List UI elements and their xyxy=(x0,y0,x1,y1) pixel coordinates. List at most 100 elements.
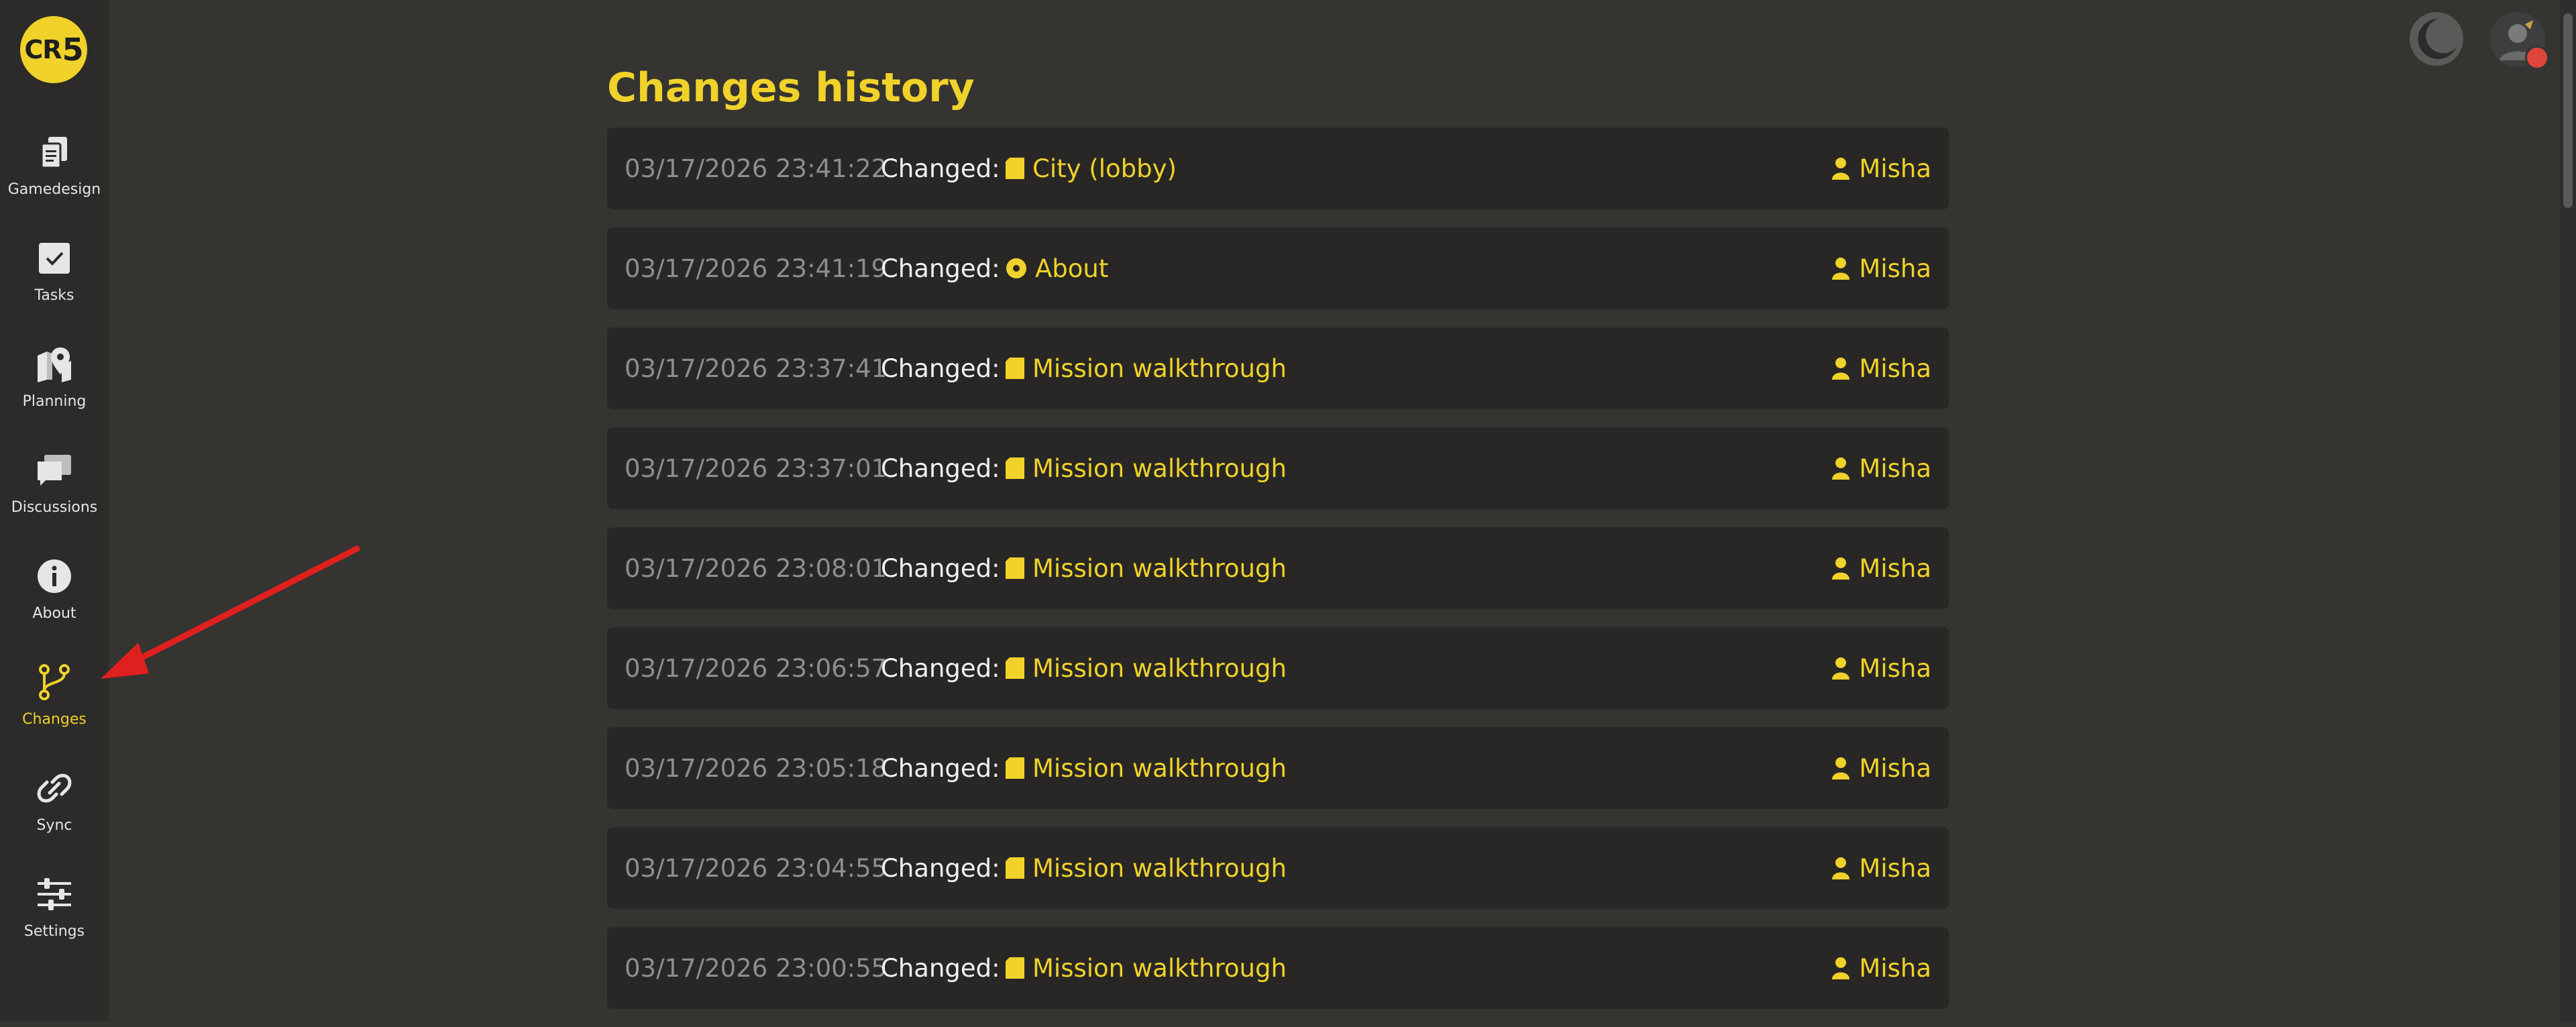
list-item: 03/17/2026 23:06:57 Changed: Mission wal… xyxy=(607,627,1949,709)
change-target-link[interactable]: Mission walkthrough xyxy=(1006,654,1287,683)
change-target-label: Mission walkthrough xyxy=(1032,853,1287,883)
change-user-link[interactable]: Misha xyxy=(1832,154,1931,183)
user-icon xyxy=(1832,657,1850,680)
change-target-link[interactable]: Mission walkthrough xyxy=(1006,954,1287,983)
change-user-link[interactable]: Misha xyxy=(1832,854,1931,883)
change-target-label: Mission walkthrough xyxy=(1032,953,1287,983)
change-target-link[interactable]: Mission walkthrough xyxy=(1006,854,1287,883)
branch-icon xyxy=(39,664,70,700)
change-action: Changed: xyxy=(881,254,1000,283)
change-timestamp: 03/17/2026 23:41:19 xyxy=(625,254,888,283)
document-icon xyxy=(1006,757,1024,779)
document-icon xyxy=(1006,158,1024,179)
sidebar-item-about[interactable]: About xyxy=(0,545,109,632)
sliders-icon xyxy=(38,878,71,910)
change-user-label: Misha xyxy=(1859,254,1931,283)
change-user-link[interactable]: Misha xyxy=(1832,754,1931,783)
sidebar-item-tasks[interactable]: Tasks xyxy=(0,227,109,314)
list-item: 03/17/2026 23:05:18 Changed: Mission wal… xyxy=(607,727,1949,809)
change-timestamp: 03/17/2026 23:08:01 xyxy=(625,553,888,583)
user-icon xyxy=(1832,757,1850,779)
user-icon xyxy=(1832,457,1850,480)
logo-digit: 5 xyxy=(62,32,84,68)
list-item: 03/17/2026 23:37:41 Changed: Mission wal… xyxy=(607,327,1949,409)
document-icon xyxy=(1006,957,1024,979)
sidebar-item-label: Discussions xyxy=(11,499,98,516)
document-icon xyxy=(1006,657,1024,679)
change-target-link[interactable]: Mission walkthrough xyxy=(1006,554,1287,583)
change-user-label: Misha xyxy=(1859,154,1931,183)
change-user-label: Misha xyxy=(1859,453,1931,483)
change-user-label: Misha xyxy=(1859,653,1931,683)
list-item: 03/17/2026 23:08:01 Changed: Mission wal… xyxy=(607,527,1949,609)
change-target-link[interactable]: Mission walkthrough xyxy=(1006,754,1287,783)
document-icon xyxy=(1006,457,1024,479)
sidebar-item-sync[interactable]: Sync xyxy=(0,757,109,844)
change-target-link[interactable]: City (lobby) xyxy=(1006,154,1177,183)
change-action: Changed: xyxy=(881,453,1000,483)
change-user-link[interactable]: Misha xyxy=(1832,654,1931,683)
app-logo[interactable]: CR 5 xyxy=(20,16,87,83)
sidebar: CR 5 Gamedesign Tasks Planning Discussio… xyxy=(0,0,109,1021)
chat-bubbles-icon xyxy=(38,455,71,486)
change-action: Changed: xyxy=(881,653,1000,683)
user-avatar[interactable] xyxy=(2490,12,2549,70)
change-user-link[interactable]: Misha xyxy=(1832,454,1931,483)
change-timestamp: 03/17/2026 23:04:55 xyxy=(625,853,888,883)
sidebar-item-label: Tasks xyxy=(34,287,74,304)
change-user-label: Misha xyxy=(1859,354,1931,383)
change-user-link[interactable]: Misha xyxy=(1832,954,1931,983)
sidebar-item-label: Gamedesign xyxy=(7,181,101,198)
change-action: Changed: xyxy=(881,853,1000,883)
changes-list: 03/17/2026 23:41:22 Changed: City (lobby… xyxy=(607,127,1949,1027)
change-target-label: Mission walkthrough xyxy=(1032,354,1287,383)
sidebar-item-discussions[interactable]: Discussions xyxy=(0,439,109,526)
change-user-link[interactable]: Misha xyxy=(1832,254,1931,283)
sidebar-item-label: Settings xyxy=(23,923,85,940)
change-timestamp: 03/17/2026 23:37:41 xyxy=(625,354,888,383)
change-target-label: About xyxy=(1035,254,1109,283)
page-title: Changes history xyxy=(607,64,975,111)
user-icon xyxy=(1832,158,1850,180)
user-icon xyxy=(1832,557,1850,580)
scrollbar-thumb[interactable] xyxy=(2563,13,2573,208)
change-timestamp: 03/17/2026 23:37:01 xyxy=(625,453,888,483)
change-timestamp: 03/17/2026 23:06:57 xyxy=(625,653,888,683)
document-icon xyxy=(1006,358,1024,379)
sidebar-item-settings[interactable]: Settings xyxy=(0,863,109,950)
change-action: Changed: xyxy=(881,553,1000,583)
change-user-link[interactable]: Misha xyxy=(1832,354,1931,383)
sidebar-item-label: Planning xyxy=(22,393,87,410)
list-item: 03/17/2026 23:00:55 Changed: Mission wal… xyxy=(607,927,1949,1009)
sidebar-item-changes[interactable]: Changes xyxy=(0,651,109,738)
change-target-link[interactable]: Mission walkthrough xyxy=(1006,354,1287,383)
change-target-label: Mission walkthrough xyxy=(1032,553,1287,583)
change-target-label: City (lobby) xyxy=(1032,154,1177,183)
change-user-label: Misha xyxy=(1859,753,1931,783)
sidebar-item-label: Sync xyxy=(36,817,72,834)
change-target-link[interactable]: About xyxy=(1006,254,1108,283)
theme-toggle-button[interactable] xyxy=(2410,12,2463,66)
list-item: 03/17/2026 23:04:55 Changed: Mission wal… xyxy=(607,827,1949,909)
change-target-label: Mission walkthrough xyxy=(1032,753,1287,783)
change-action: Changed: xyxy=(881,354,1000,383)
change-action: Changed: xyxy=(881,154,1000,183)
list-item: 03/17/2026 23:37:01 Changed: Mission wal… xyxy=(607,427,1949,509)
checkbox-icon xyxy=(39,243,70,274)
document-icon xyxy=(1006,557,1024,579)
change-action: Changed: xyxy=(881,753,1000,783)
sidebar-item-planning[interactable]: Planning xyxy=(0,333,109,420)
list-item: 03/17/2026 23:41:22 Changed: City (lobby… xyxy=(607,127,1949,209)
sidebar-item-gamedesign[interactable]: Gamedesign xyxy=(0,121,109,208)
info-dot-icon xyxy=(1006,258,1026,278)
moon-icon xyxy=(2412,15,2461,63)
change-user-link[interactable]: Misha xyxy=(1832,554,1931,583)
document-icon xyxy=(1006,857,1024,879)
user-icon xyxy=(1832,258,1850,280)
map-pin-icon xyxy=(38,347,71,382)
notification-badge xyxy=(2525,46,2549,70)
scrollbar[interactable] xyxy=(2560,0,2576,1021)
link-icon xyxy=(37,773,72,803)
change-user-label: Misha xyxy=(1859,553,1931,583)
change-target-link[interactable]: Mission walkthrough xyxy=(1006,454,1287,483)
